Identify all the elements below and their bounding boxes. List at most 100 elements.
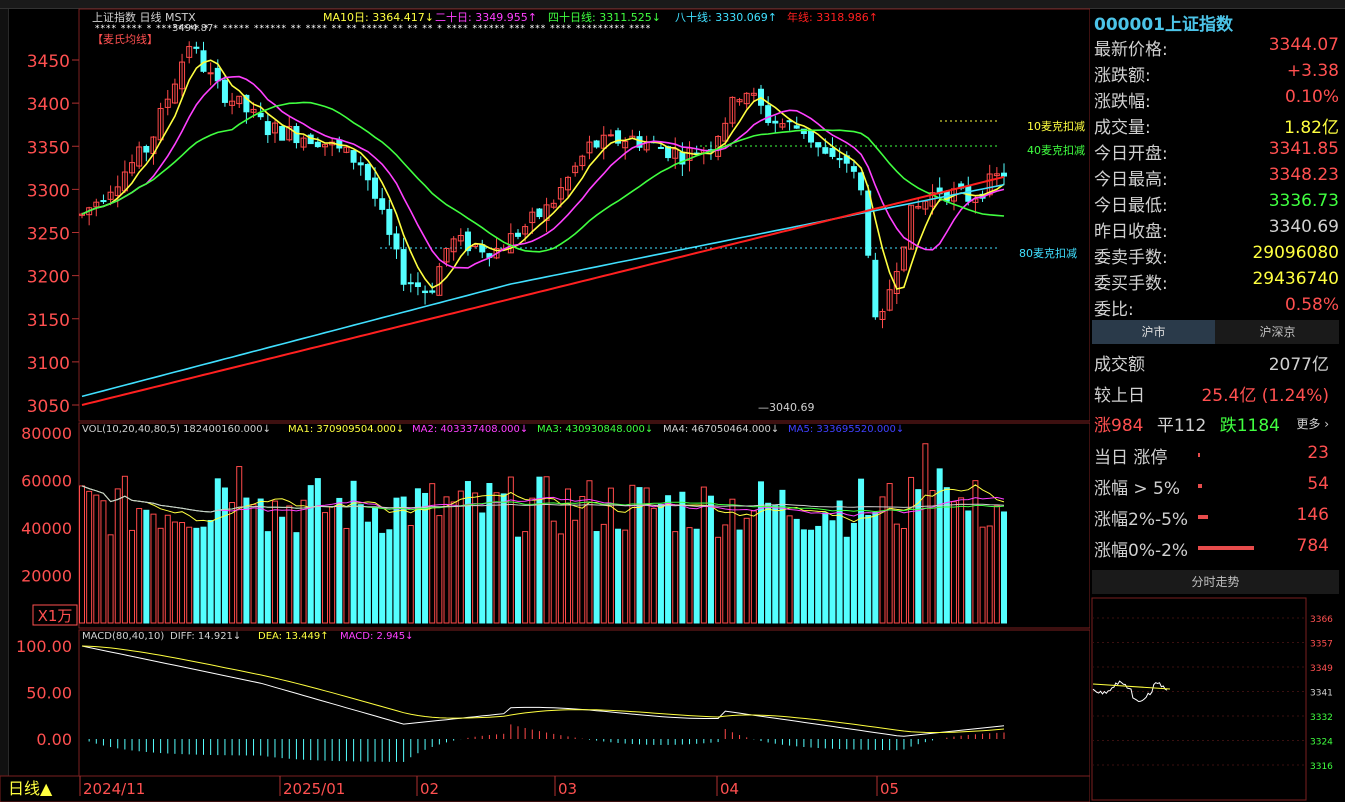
- turnover-label: 成交额: [1094, 355, 1145, 375]
- date-tick-label: 02: [420, 780, 439, 798]
- quote-value: 0.10%: [1284, 87, 1339, 107]
- macd-name: MACD(80,40,10): [82, 631, 164, 642]
- quote-key: 成交量:: [1094, 118, 1151, 138]
- candle: [536, 208, 543, 218]
- volume-bar: [972, 480, 979, 624]
- price-tick-label: 3150: [27, 311, 70, 331]
- limit-stat-label: 涨幅0%-2%: [1094, 541, 1189, 561]
- mark10-label: 10麦克扣减: [1027, 119, 1085, 133]
- volume-bar: [507, 476, 514, 624]
- volume-bar: [314, 478, 321, 624]
- volume-bar: [865, 514, 872, 624]
- volume-bar: [693, 528, 700, 624]
- quote-value: 3348.23: [1268, 165, 1339, 185]
- volume-bar: [472, 492, 479, 624]
- volume-bar: [479, 512, 486, 624]
- candle: [1001, 172, 1007, 177]
- volume-bar: [214, 478, 221, 624]
- volume-bar: [965, 510, 972, 624]
- candle: [765, 105, 772, 123]
- vol-header-name: VOL(10,20,40,80,5) 182400160.000↓: [82, 424, 271, 435]
- quote-row: 涨跌额: +3.38: [1094, 61, 1339, 87]
- quote-key: 最新价格:: [1094, 40, 1168, 60]
- volume-bar: [357, 504, 364, 624]
- candle: [386, 208, 393, 235]
- quote-row: 成交量: 1.82亿: [1094, 113, 1339, 139]
- volume-bar: [271, 500, 278, 624]
- ma20-label: 二十日: 3349.955↑: [435, 10, 537, 24]
- macd-val: MACD: 2.945↓: [340, 631, 414, 642]
- candle: [207, 72, 214, 75]
- volume-bar: [572, 519, 579, 624]
- candle: [593, 140, 600, 148]
- volume-bar: [786, 515, 793, 624]
- volume-bar: [143, 509, 150, 624]
- volume-bar: [686, 527, 693, 624]
- limit-stat-row: 涨幅 > 5% 54: [1094, 474, 1329, 499]
- macd-tick-label: 100.00: [16, 637, 72, 656]
- market-tabs[interactable]: 沪市 沪深京: [1092, 320, 1339, 344]
- limit-stat-bar: [1198, 453, 1200, 457]
- intraday-tick-label: 3357: [1310, 640, 1333, 650]
- candle: [822, 147, 829, 154]
- candle: [193, 46, 200, 49]
- volume-bar: [929, 490, 936, 624]
- volume-bar: [264, 531, 271, 624]
- volume-bar: [407, 525, 414, 624]
- volume-bar: [872, 512, 879, 624]
- candle: [414, 282, 421, 288]
- volume-bar: [879, 496, 886, 624]
- turnover-value: 2077亿: [1268, 355, 1329, 375]
- volume-tick-label: 80000: [21, 424, 72, 443]
- kline-chart[interactable]: 3450 3400 3350 3300 3250 3200 3150 3100 3050 8000…: [0, 0, 1090, 802]
- volume-bar: [372, 507, 379, 624]
- volume-bar: [986, 525, 993, 624]
- compare-label: 较上日: [1094, 386, 1145, 406]
- volume-bar: [436, 515, 443, 624]
- candle: [364, 164, 371, 181]
- volume-bar: [529, 497, 536, 624]
- annual-line: [81, 175, 1005, 406]
- volume-bar: [164, 514, 171, 624]
- volume-bar: [150, 513, 157, 624]
- limit-stat-row: 当日 涨停 23: [1094, 443, 1329, 468]
- volume-bar: [772, 505, 779, 624]
- volume-bar: [808, 529, 815, 624]
- tab-hsj[interactable]: 沪深京: [1216, 320, 1339, 344]
- candle: [858, 172, 865, 191]
- price-frame: [78, 8, 1090, 422]
- volume-bar: [364, 521, 371, 624]
- candle: [514, 232, 521, 237]
- intraday-tick-label: 3341: [1310, 689, 1333, 699]
- candle: [400, 249, 407, 285]
- up-count: 涨984: [1094, 416, 1144, 436]
- price-tick-label: 3350: [27, 138, 70, 158]
- volume-bar: [514, 536, 521, 624]
- volume-bar: [1001, 511, 1007, 624]
- date-tick-label: 2024/11: [83, 780, 145, 798]
- tab-sh[interactable]: 沪市: [1092, 320, 1215, 344]
- volume-bar: [100, 500, 107, 624]
- volume-bar: [979, 526, 986, 624]
- candle: [393, 233, 400, 250]
- macd-frame: [78, 629, 1090, 777]
- price-tick-label: 3100: [27, 354, 70, 374]
- macd-panel: [81, 645, 1005, 762]
- quote-value: 3336.73: [1268, 191, 1339, 211]
- more-link[interactable]: 更多 ›: [1296, 415, 1329, 432]
- volume-bar: [171, 521, 178, 624]
- candle: [357, 162, 364, 166]
- volume-bar: [343, 527, 350, 624]
- volume-bar: [400, 496, 407, 624]
- price-tick-label: 3450: [27, 52, 70, 72]
- quote-key: 委比:: [1094, 300, 1134, 320]
- macd-dea: DEA: 13.449↑: [258, 631, 329, 642]
- intraday-chart[interactable]: 3366 3357 3349 3341 3332 3324 3316: [1090, 596, 1345, 802]
- quote-key: 委卖手数:: [1094, 248, 1168, 268]
- volume-bar: [79, 485, 85, 624]
- candle: [850, 166, 857, 172]
- volume-bar: [236, 466, 243, 624]
- intraday-tick-label: 3324: [1310, 738, 1333, 748]
- quote-value: 3344.07: [1268, 35, 1339, 55]
- volume-bar: [557, 533, 564, 624]
